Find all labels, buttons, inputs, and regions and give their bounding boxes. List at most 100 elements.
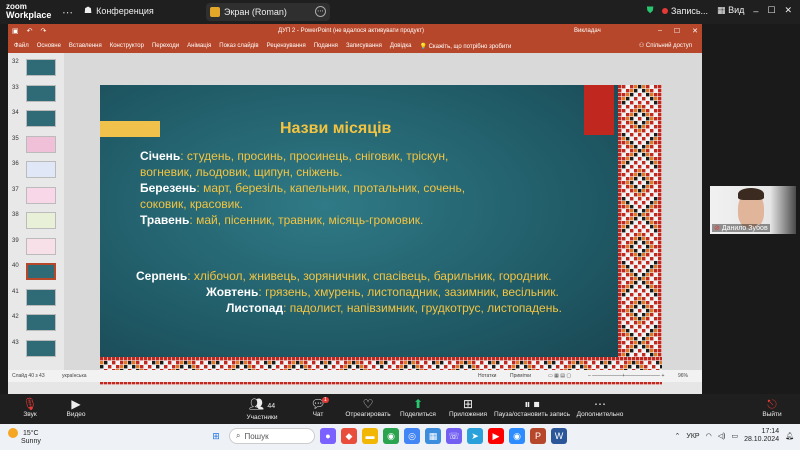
tab-design[interactable]: Конструктор	[110, 43, 144, 49]
video-button[interactable]: ▶︎ Видео	[46, 397, 106, 418]
ppt-maximize-icon[interactable]: ☐	[674, 27, 680, 35]
viber-icon[interactable]: ☏	[446, 428, 462, 444]
zoom-level[interactable]: 96%	[678, 373, 688, 379]
month-folk-names: : май, пісенник, травник, місяць-громови…	[189, 213, 424, 227]
participants-button[interactable]: 👥︎ 44 Участники	[232, 397, 292, 421]
taskbar-search[interactable]: ⌕ Пошук	[229, 428, 315, 444]
slide-thumbnail[interactable]: 39	[12, 237, 60, 256]
zoom-app-icon[interactable]: ◉	[509, 428, 525, 444]
file-explorer-icon[interactable]: ▬	[362, 428, 378, 444]
leave-button[interactable]: ⎋ Выйти	[742, 397, 800, 418]
ppt-minimize-icon[interactable]: –	[658, 27, 662, 35]
embroidery-border-right	[618, 85, 662, 357]
tab-home[interactable]: Основне	[37, 43, 61, 49]
slide-thumbnail[interactable]: 40	[12, 263, 60, 281]
telegram-icon[interactable]: ➤	[467, 428, 483, 444]
slide-number: 34	[12, 110, 19, 116]
slide-thumbnail-image	[26, 339, 56, 357]
slide-number: 36	[12, 161, 19, 167]
notes-button[interactable]: Нотатки	[478, 373, 496, 379]
ppt-title-bar: ▣ ↶ ↷ ДУП 2 - PowerPoint (не вдалося акт…	[8, 24, 702, 39]
slide-number: 42	[12, 314, 19, 320]
redo-icon[interactable]: ↷	[41, 27, 47, 35]
slide-thumbnail-image	[26, 161, 56, 178]
slide-thumbnail[interactable]: 34	[12, 110, 60, 128]
more-button[interactable]: ⋯ Дополнительно	[570, 397, 630, 418]
pause-stop-recording-button[interactable]: ⏸ ⏹ Пауза/остановить запись	[487, 397, 577, 418]
tab-insert[interactable]: Вставлення	[69, 43, 102, 49]
meeting-icon: ☗	[84, 5, 93, 15]
meet-app-icon[interactable]: ●	[320, 428, 336, 444]
meeting-info[interactable]: ☗ Конференция	[84, 5, 154, 16]
slide-text-line: Травень: май, пісенник, травник, місяць-…	[140, 213, 423, 227]
language-switcher[interactable]: УКР	[686, 433, 699, 440]
slide-number: 39	[12, 237, 19, 244]
share-button[interactable]: ⚇ Спільний доступ	[639, 42, 692, 49]
maximize-icon[interactable]: ☐	[767, 5, 775, 16]
tell-me-search[interactable]: 💡 Скажіть, що потрібно зробити	[419, 43, 511, 50]
volume-icon[interactable]: ◁)	[718, 432, 726, 440]
system-tray: ⌃ УКР ◠ ◁) ▭ 17:14 28.10.2024 🔔︎	[675, 428, 794, 444]
slide-thumbnail[interactable]: 43	[12, 339, 60, 358]
close-icon[interactable]: ✕	[784, 5, 792, 16]
slide-thumbnail[interactable]: 33	[12, 84, 60, 103]
participant-video[interactable]: ⊘ Данило Зубов	[710, 186, 796, 234]
ppt-status-bar: Слайд 40 з 43 українська Нотатки Примітк…	[8, 370, 702, 382]
tab-animation[interactable]: Анімація	[187, 43, 211, 49]
month-folk-names: вогневик, льодовик, щипун, сніжень.	[140, 165, 343, 179]
leave-icon: ⎋	[767, 397, 777, 411]
tab-transitions[interactable]: Переходи	[152, 43, 179, 49]
undo-icon[interactable]: ↶	[27, 27, 33, 35]
word-app-icon[interactable]: W	[551, 428, 567, 444]
month-folk-names: соковик, красовик.	[140, 197, 243, 211]
wifi-icon[interactable]: ◠	[706, 432, 712, 440]
slide-thumbnail[interactable]: 36	[12, 161, 60, 179]
windows-start-icon[interactable]: ⊞	[208, 428, 224, 444]
ppt-close-icon[interactable]: ✕	[692, 27, 698, 35]
minimize-icon[interactable]: –	[753, 6, 758, 16]
decor-yellow-bar	[100, 121, 160, 137]
document-title: ДУП 2 - PowerPoint (не вдалося активуват…	[278, 28, 425, 34]
tab-file[interactable]: Файл	[14, 43, 29, 49]
powerpoint-app-icon[interactable]: P	[530, 428, 546, 444]
chevron-up-icon[interactable]: ⌃	[675, 432, 681, 440]
edge-icon[interactable]: ◉	[383, 428, 399, 444]
save-icon[interactable]: ▣	[12, 27, 19, 35]
user-name[interactable]: Викладач	[574, 28, 601, 34]
slide-thumbnail[interactable]: 37	[12, 186, 60, 205]
tab-view[interactable]: Подання	[314, 43, 338, 49]
view-normal-icon[interactable]: ▭ ▦ ▤ ▢	[548, 373, 571, 379]
menu-dots-icon[interactable]: ⋯	[62, 6, 73, 19]
slide-thumbnail[interactable]: 38	[12, 212, 60, 230]
slide-canvas[interactable]: Назви місяців Січень: студень, просинь, …	[100, 85, 662, 385]
slide-title: Назви місяців	[280, 120, 392, 137]
slide-thumbnail[interactable]: 35	[12, 135, 60, 154]
slide-thumbnail[interactable]: 41	[12, 288, 60, 307]
slide-thumbnail[interactable]: 32	[12, 59, 60, 77]
tab-help[interactable]: Довідка	[390, 43, 412, 49]
weather-widget[interactable]: 15°C Sunny	[8, 428, 41, 446]
tab-slideshow[interactable]: Показ слайдів	[219, 43, 258, 49]
comments-button[interactable]: Примітки	[510, 373, 531, 379]
zoom-slider[interactable]: – ——————+——————— +	[588, 373, 664, 379]
recording-indicator[interactable]: Запись...	[662, 6, 708, 16]
battery-icon[interactable]: ▭	[731, 432, 738, 440]
tab-review[interactable]: Рецензування	[267, 43, 306, 49]
store-icon[interactable]: ▦	[425, 428, 441, 444]
copilot-icon[interactable]: ◆	[341, 428, 357, 444]
view-button[interactable]: ▦ Вид	[717, 5, 744, 16]
notifications-icon[interactable]: 🔔︎	[785, 432, 794, 440]
slide-number: 41	[12, 288, 19, 295]
shield-icon[interactable]: ⛊	[647, 5, 654, 16]
more-options-icon[interactable]: ⋯	[315, 6, 326, 17]
tab-recording[interactable]: Записування	[346, 43, 382, 49]
ppt-window-controls: – ☐ ✕	[658, 27, 698, 35]
screen-share-indicator[interactable]: Экран (Roman) ⋯	[206, 3, 330, 21]
top-right-controls: ⛊ Запись... ▦ Вид – ☐ ✕	[647, 5, 792, 16]
chrome-icon[interactable]: ◎	[404, 428, 420, 444]
language-indicator[interactable]: українська	[62, 373, 87, 379]
clock[interactable]: 17:14 28.10.2024	[744, 428, 779, 444]
slide-thumbnail[interactable]: 42	[12, 314, 60, 332]
youtube-icon[interactable]: ▶	[488, 428, 504, 444]
slide-thumbnail-image	[26, 84, 56, 102]
